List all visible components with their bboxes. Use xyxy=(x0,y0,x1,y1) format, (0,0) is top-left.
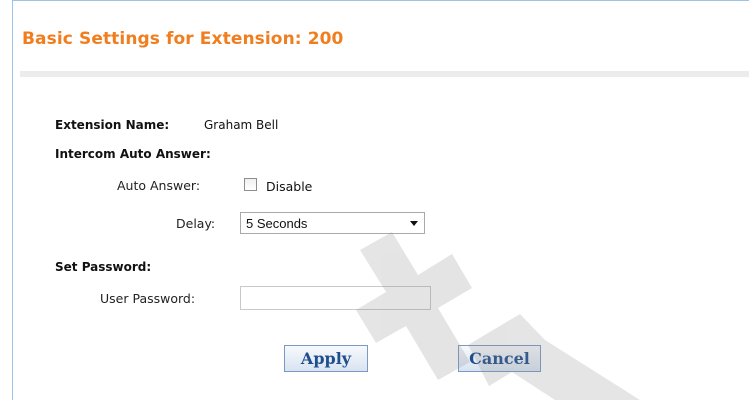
auto-answer-checkbox-label[interactable]: Disable xyxy=(266,179,312,194)
user-password-input[interactable] xyxy=(240,286,431,310)
delay-label: Delay: xyxy=(176,216,216,231)
auto-answer-label: Auto Answer: xyxy=(117,178,201,193)
apply-button[interactable]: Apply xyxy=(284,345,368,372)
extension-name-value: Graham Bell xyxy=(204,118,279,132)
user-password-label: User Password: xyxy=(100,291,196,306)
chevron-down-icon xyxy=(410,221,418,226)
title-divider xyxy=(20,71,749,77)
delay-select[interactable]: 5 Seconds xyxy=(240,212,425,234)
page-title: Basic Settings for Extension: 200 xyxy=(22,29,344,49)
cancel-button[interactable]: Cancel xyxy=(458,345,541,372)
delay-selected-value: 5 Seconds xyxy=(246,216,308,231)
auto-answer-checkbox[interactable] xyxy=(244,178,257,191)
extension-name-label: Extension Name: xyxy=(55,118,170,132)
intercom-auto-answer-label: Intercom Auto Answer: xyxy=(55,147,211,161)
set-password-label: Set Password: xyxy=(55,260,152,274)
settings-panel xyxy=(12,0,749,400)
